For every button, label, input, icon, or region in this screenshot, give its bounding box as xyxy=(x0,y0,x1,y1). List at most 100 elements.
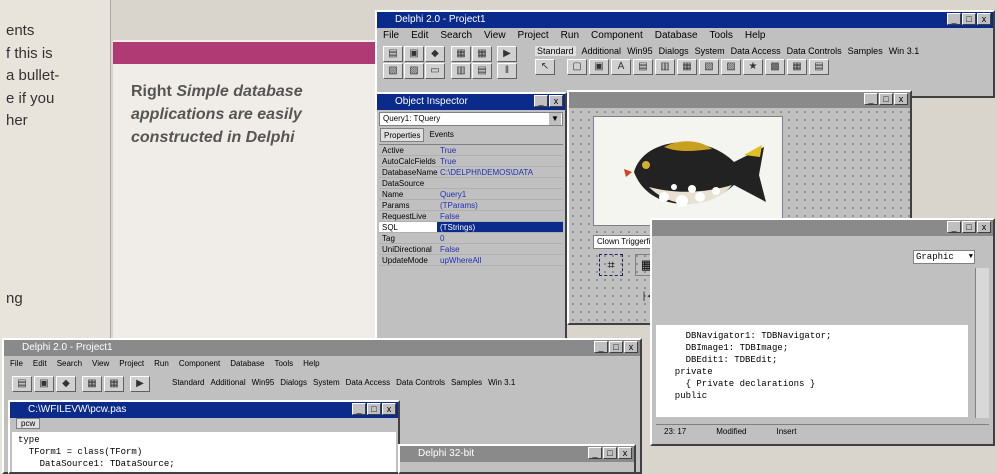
property-row[interactable]: Tag 0 xyxy=(379,233,563,244)
form-icon[interactable]: ▥ xyxy=(451,63,471,79)
property-value[interactable]: False xyxy=(437,244,563,254)
property-row[interactable]: AutoCalcFields True xyxy=(379,156,563,167)
property-value[interactable]: False xyxy=(437,211,563,221)
run-icon[interactable]: ▶ xyxy=(497,46,517,62)
menu-help[interactable]: Help xyxy=(303,356,319,372)
property-value[interactable]: upWhereAll xyxy=(437,255,563,265)
property-value[interactable]: True xyxy=(437,145,563,155)
property-value[interactable]: (TStrings) xyxy=(437,222,563,232)
maximize-button[interactable]: □ xyxy=(609,341,623,353)
menu-view[interactable]: View xyxy=(92,356,109,372)
save-all-icon[interactable]: ▦ xyxy=(472,46,492,62)
vertical-scrollbar[interactable] xyxy=(975,268,989,418)
minimize-button[interactable]: _ xyxy=(947,13,961,25)
menu-database[interactable]: Database xyxy=(655,28,698,44)
chevron-down-icon[interactable]: ▼ xyxy=(969,251,973,263)
property-row[interactable]: DataSource xyxy=(379,178,563,189)
tab-samples[interactable]: Samples xyxy=(451,378,482,387)
tab-win31[interactable]: Win 3.1 xyxy=(889,46,920,56)
tab-additional[interactable]: Additional xyxy=(582,46,622,56)
datasource-icon[interactable]: ⌗ xyxy=(599,254,623,276)
menu-file[interactable]: File xyxy=(10,356,23,372)
code-area[interactable]: DBNavigator1: TDBNavigator; DBImage1: TD… xyxy=(656,325,968,417)
tab-data-access[interactable]: Data Access xyxy=(731,46,781,56)
menu-project[interactable]: Project xyxy=(518,28,549,44)
property-row[interactable]: Active True xyxy=(379,145,563,156)
close-button[interactable]: x xyxy=(382,403,396,415)
open-icon[interactable]: ▣ xyxy=(404,46,424,62)
maximize-button[interactable]: □ xyxy=(367,403,381,415)
maximize-button[interactable]: □ xyxy=(879,93,893,105)
menu-edit[interactable]: Edit xyxy=(411,28,428,44)
component-icon[interactable]: ▦ xyxy=(787,59,807,75)
component-selector[interactable]: Query1: TQuery ▼ xyxy=(379,112,563,126)
component-icon[interactable]: ▤ xyxy=(809,59,829,75)
minimize-button[interactable]: _ xyxy=(864,93,878,105)
menu-help[interactable]: Help xyxy=(745,28,766,44)
menu-database[interactable]: Database xyxy=(230,356,264,372)
menu-tools[interactable]: Tools xyxy=(274,356,293,372)
add-file-icon[interactable]: ▧ xyxy=(383,63,403,79)
tab-data-controls[interactable]: Data Controls xyxy=(396,378,445,387)
tab-data-controls[interactable]: Data Controls xyxy=(787,46,842,56)
tab-win31[interactable]: Win 3.1 xyxy=(488,378,515,387)
tab-dialogs[interactable]: Dialogs xyxy=(659,46,689,56)
tab-dialogs[interactable]: Dialogs xyxy=(280,378,307,387)
open-project-icon[interactable]: ▦ xyxy=(451,46,471,62)
menu-search[interactable]: Search xyxy=(57,356,82,372)
menu-component[interactable]: Component xyxy=(179,356,220,372)
maximize-button[interactable]: □ xyxy=(962,13,976,25)
menu-view[interactable]: View xyxy=(484,28,506,44)
remove-file-icon[interactable]: ▨ xyxy=(404,63,424,79)
property-value[interactable] xyxy=(437,178,563,188)
property-value[interactable]: Query1 xyxy=(437,189,563,199)
component-icon[interactable]: ▥ xyxy=(655,59,675,75)
save-all-icon[interactable]: ▦ xyxy=(104,376,124,392)
minimize-button[interactable]: _ xyxy=(352,403,366,415)
menu-file[interactable]: File xyxy=(383,28,399,44)
property-row[interactable]: RequestLive False xyxy=(379,211,563,222)
inspector-titlebar[interactable]: Object Inspector _ x xyxy=(377,94,565,110)
code-titlebar[interactable]: _ □ x xyxy=(652,220,993,236)
close-button[interactable]: x xyxy=(549,95,563,107)
open-project-icon[interactable]: ▦ xyxy=(82,376,102,392)
tab-data-access[interactable]: Data Access xyxy=(346,378,390,387)
toggle-icon[interactable]: ▤ xyxy=(472,63,492,79)
component-icon[interactable]: ▧ xyxy=(699,59,719,75)
unit-code-area[interactable]: type TForm1 = class(TForm) DataSource1: … xyxy=(12,432,396,472)
chevron-down-icon[interactable]: ▼ xyxy=(549,113,561,125)
tab-win95[interactable]: Win95 xyxy=(627,46,653,56)
property-value[interactable]: (TParams) xyxy=(437,200,563,210)
open-icon[interactable]: ▣ xyxy=(34,376,54,392)
minimize-button[interactable]: _ xyxy=(534,95,548,107)
close-button[interactable]: x xyxy=(894,93,908,105)
form-titlebar[interactable]: _ □ x xyxy=(569,92,910,108)
pointer-icon[interactable]: ↖ xyxy=(535,59,555,75)
property-row[interactable]: UpdateMode upWhereAll xyxy=(379,255,563,266)
menu-run[interactable]: Run xyxy=(561,28,579,44)
component-icon[interactable]: ★ xyxy=(743,59,763,75)
close-button[interactable]: x xyxy=(624,341,638,353)
tab-standard[interactable]: Standard xyxy=(535,46,576,56)
close-button[interactable]: x xyxy=(977,221,991,233)
close-button[interactable]: x xyxy=(618,447,632,459)
component-icon[interactable]: ▣ xyxy=(589,59,609,75)
pause-icon[interactable]: ‖ xyxy=(497,63,517,79)
new-icon[interactable]: ▤ xyxy=(12,376,32,392)
unit-icon[interactable]: ▭ xyxy=(425,63,445,79)
run-icon[interactable]: ▶ xyxy=(130,376,150,392)
menu-run[interactable]: Run xyxy=(154,356,169,372)
property-row[interactable]: DatabaseName C:\DELPHI\DEMOS\DATA xyxy=(379,167,563,178)
maximize-button[interactable]: □ xyxy=(603,447,617,459)
component-icon[interactable]: ▢ xyxy=(567,59,587,75)
tab-events[interactable]: Events xyxy=(426,128,456,142)
tab-system[interactable]: System xyxy=(695,46,725,56)
property-value[interactable]: True xyxy=(437,156,563,166)
tab-additional[interactable]: Additional xyxy=(210,378,245,387)
maximize-button[interactable]: □ xyxy=(962,221,976,233)
menu-component[interactable]: Component xyxy=(591,28,643,44)
component-icon[interactable]: ▦ xyxy=(677,59,697,75)
second-titlebar[interactable]: Delphi 2.0 - Project1 _ □ x xyxy=(4,340,640,356)
small-titlebar[interactable]: Delphi 32-bit _ □ x xyxy=(400,446,634,462)
minimize-button[interactable]: _ xyxy=(588,447,602,459)
